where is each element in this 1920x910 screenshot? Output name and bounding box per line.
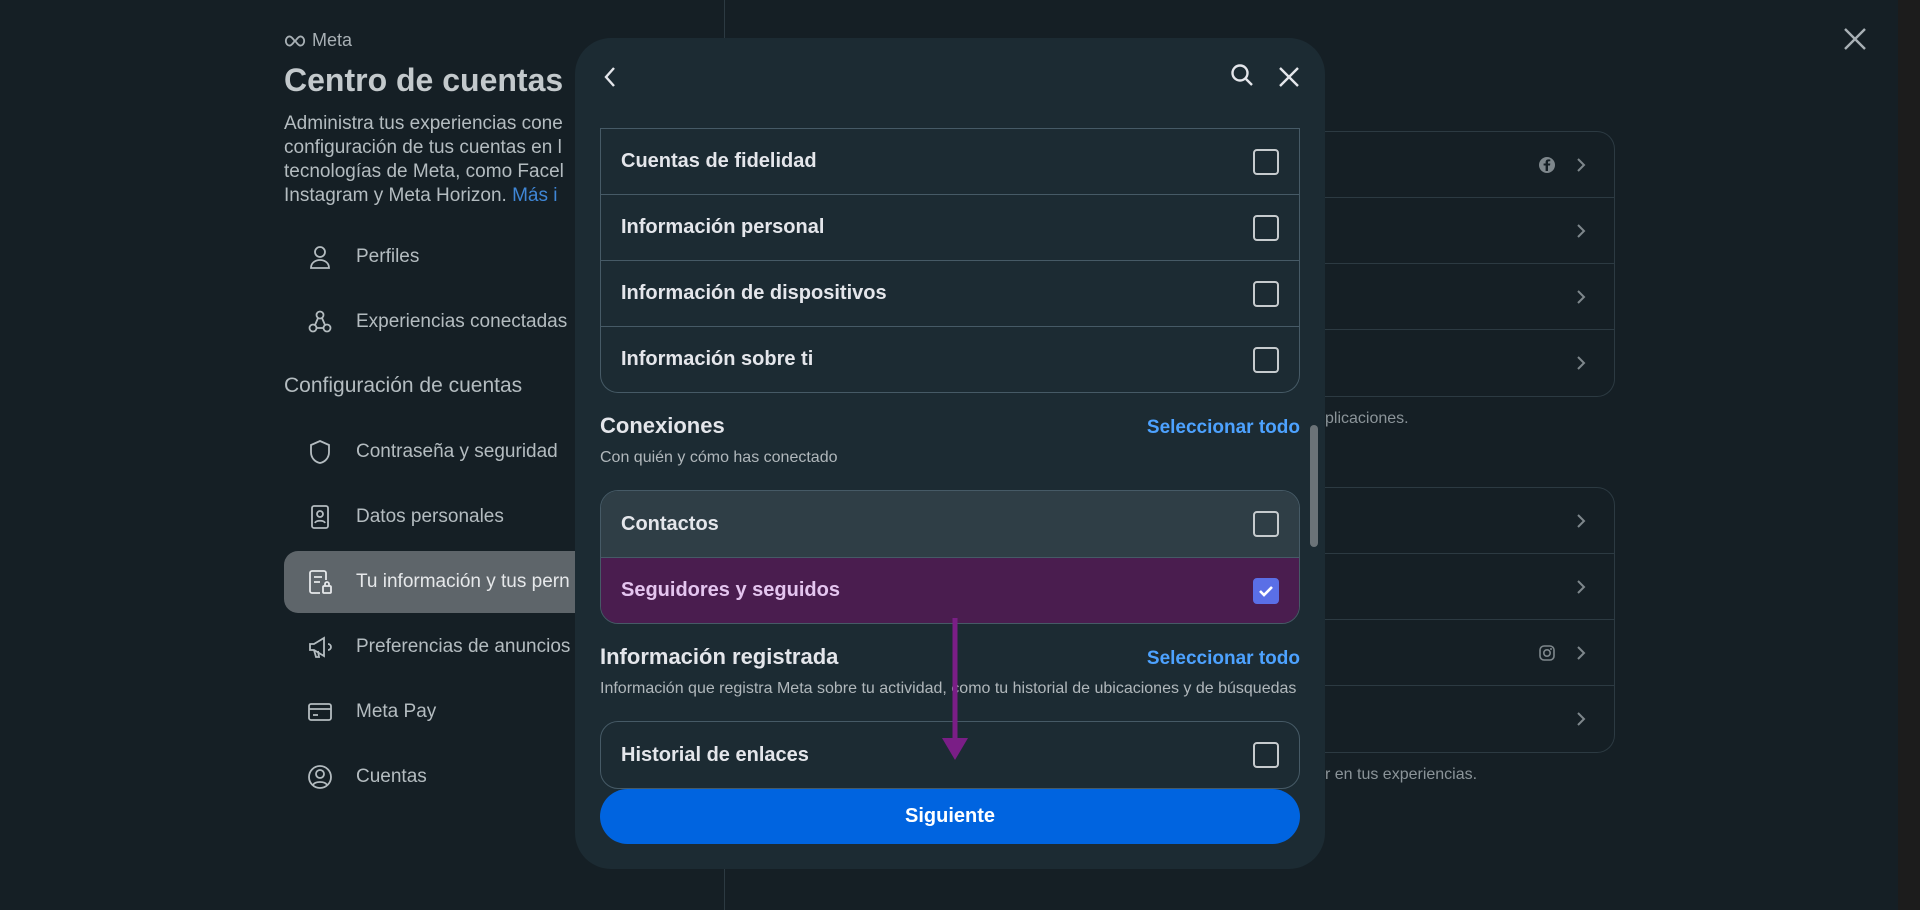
- next-button[interactable]: Siguiente: [600, 789, 1300, 844]
- settings-section-label: Configuración de cuentas: [284, 374, 523, 397]
- item-checkbox[interactable]: [1253, 214, 1279, 241]
- connections-list: Contactos Seguidores y seguidos: [600, 490, 1300, 624]
- facebook-icon: [1539, 157, 1555, 173]
- item-checkbox[interactable]: [1253, 742, 1279, 768]
- search-button[interactable]: [1222, 55, 1262, 95]
- right-note-1: plicaciones.: [1325, 410, 1409, 427]
- right-card-1: [1322, 131, 1615, 397]
- connections-section: Conexiones Seleccionar todo Con quién y …: [600, 413, 1300, 624]
- item-checkbox[interactable]: [1253, 148, 1279, 175]
- list-item[interactable]: Cuentas de fidelidad: [601, 128, 1299, 194]
- close-icon: [1279, 67, 1299, 87]
- item-label: Información sobre ti: [621, 348, 814, 370]
- item-label: Información de dispositivos: [621, 282, 887, 304]
- chevron-left-icon: [604, 67, 615, 87]
- nav-label: Contraseña y seguridad: [356, 441, 558, 462]
- select-all-link[interactable]: Seleccionar todo: [1147, 648, 1300, 670]
- meta-infinity-icon: [284, 34, 306, 47]
- nav-label: Meta Pay: [356, 701, 437, 722]
- instagram-icon: [1539, 645, 1555, 661]
- top-items-list: Cuentas de fidelidad Información persona…: [600, 128, 1300, 393]
- chevron-right-icon: [1577, 514, 1586, 528]
- brand-label: Meta: [312, 30, 353, 50]
- modal-scrollbar[interactable]: [1310, 425, 1318, 547]
- page-description: Administra tus experiencias cone configu…: [284, 112, 584, 208]
- nav-label: Preferencias de anuncios: [356, 636, 571, 657]
- account-circle-icon: [308, 765, 332, 789]
- nav-label: Tu información y tus pern: [356, 571, 570, 592]
- nav-label: Cuentas: [356, 766, 427, 787]
- item-label: Cuentas de fidelidad: [621, 150, 817, 172]
- megaphone-icon: [309, 636, 332, 658]
- right-row[interactable]: [1322, 620, 1614, 686]
- list-item[interactable]: Información personal: [601, 194, 1299, 260]
- section-subtitle: Con quién y cómo has conectado: [600, 449, 838, 466]
- id-card-icon: [311, 505, 329, 529]
- item-label: Seguidores y seguidos: [621, 579, 840, 601]
- right-row[interactable]: [1322, 330, 1614, 396]
- item-checkbox[interactable]: [1253, 511, 1279, 537]
- nav-label: Experiencias conectadas: [356, 311, 568, 332]
- item-checkbox[interactable]: [1253, 280, 1279, 307]
- chevron-right-icon: [1577, 290, 1586, 304]
- nav-label: Datos personales: [356, 506, 504, 527]
- chevron-right-icon: [1577, 224, 1586, 238]
- item-label: Historial de enlaces: [621, 743, 809, 766]
- modal-header: [575, 38, 1325, 128]
- item-checkbox[interactable]: [1253, 346, 1279, 373]
- chevron-right-icon: [1577, 356, 1586, 370]
- page-scrollbar[interactable]: [1898, 0, 1920, 910]
- nav-label: Perfiles: [356, 246, 420, 267]
- list-item[interactable]: Seguidores y seguidos: [601, 557, 1299, 623]
- right-note-2: r en tus experiencias.: [1325, 766, 1478, 783]
- connected-icon: [308, 310, 332, 333]
- shield-icon: [310, 440, 330, 464]
- chevron-right-icon: [1577, 712, 1586, 726]
- person-icon: [310, 246, 330, 269]
- more-info-link[interactable]: Más i: [512, 185, 557, 206]
- item-label: Contactos: [621, 512, 719, 535]
- list-item[interactable]: Información de dispositivos: [601, 260, 1299, 326]
- right-card-2: [1322, 487, 1615, 753]
- checkmark-icon: [1259, 585, 1273, 597]
- page-close-icon[interactable]: [1842, 26, 1868, 52]
- item-label: Información personal: [621, 216, 825, 238]
- page-title: Centro de cuentas: [284, 62, 564, 98]
- search-icon: [1231, 64, 1253, 86]
- right-row[interactable]: [1322, 488, 1614, 554]
- close-button[interactable]: [1269, 57, 1309, 97]
- select-all-link[interactable]: Seleccionar todo: [1147, 417, 1300, 439]
- right-row[interactable]: [1322, 686, 1614, 752]
- section-title: Información registrada: [600, 644, 839, 669]
- back-button[interactable]: [590, 57, 630, 97]
- section-title: Conexiones: [600, 413, 725, 438]
- right-row[interactable]: [1322, 198, 1614, 264]
- right-row[interactable]: [1322, 264, 1614, 330]
- right-row[interactable]: [1322, 132, 1614, 198]
- list-item[interactable]: Contactos: [601, 491, 1299, 557]
- scroll-down-arrow-icon: [942, 618, 968, 760]
- chevron-right-icon: [1577, 646, 1586, 660]
- card-icon: [308, 703, 332, 721]
- item-checkbox-checked[interactable]: [1253, 577, 1279, 604]
- meta-logo: Meta: [284, 30, 352, 51]
- list-item[interactable]: Información sobre ti: [601, 326, 1299, 392]
- chevron-right-icon: [1577, 580, 1586, 594]
- right-row[interactable]: [1322, 554, 1614, 620]
- chevron-right-icon: [1577, 158, 1586, 172]
- info-lock-icon: [309, 570, 332, 594]
